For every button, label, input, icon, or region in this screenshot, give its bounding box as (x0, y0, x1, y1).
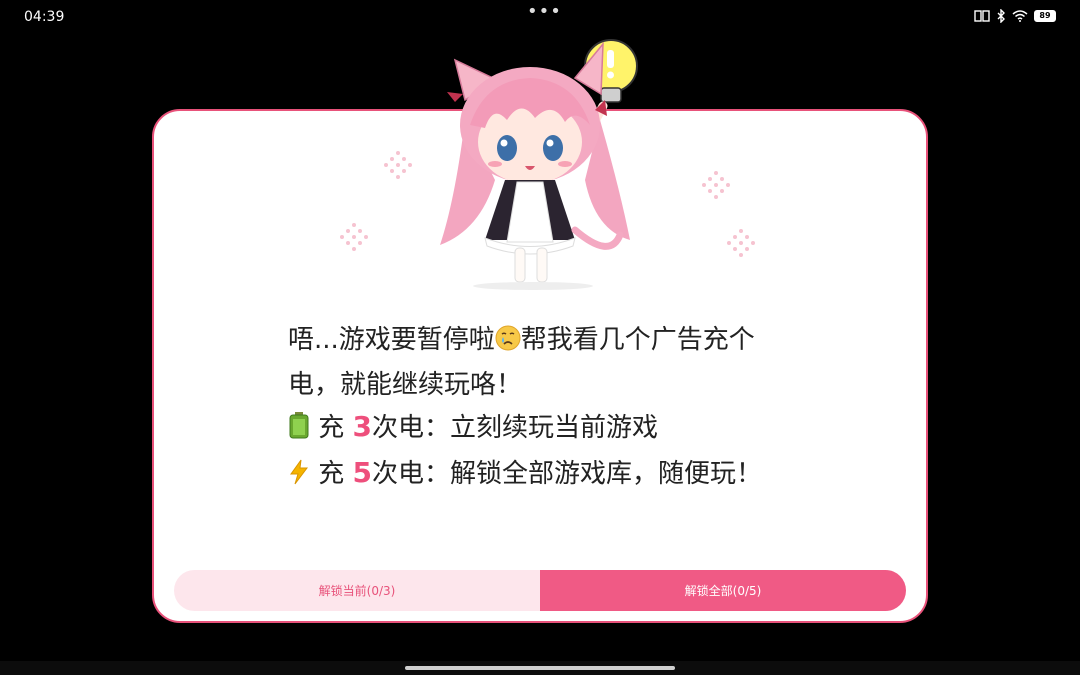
message-line-4-post: 次电：解锁全部游戏库，随便玩！ (372, 459, 763, 489)
line-3-count: 3 (352, 410, 373, 443)
home-indicator[interactable] (405, 666, 675, 670)
message-line-4-pre: 充 (318, 459, 345, 489)
crying-face-icon (495, 322, 521, 364)
clock: 04:39 (24, 9, 65, 25)
message-line-1-text-b: 帮我看几个广告充个 (520, 325, 755, 355)
battery-emoji-icon (288, 410, 310, 452)
status-icons: 89 (974, 9, 1056, 23)
status-bar: 04:39 ••• 89 (0, 0, 1080, 34)
reading-mode-icon (974, 10, 990, 22)
message-line-2: 电，就能继续玩咯！ (288, 370, 523, 400)
wifi-icon (1012, 10, 1028, 22)
dialog-message: 唔...游戏要暂停啦 帮我看几个广告充个 电，就能继续玩咯！ 充 3次电：立刻续玩… (288, 319, 828, 498)
message-line-3-post: 次电：立刻续玩当前游戏 (372, 413, 659, 443)
line-4-count: 5 (352, 456, 373, 489)
message-line-3-pre: 充 (318, 413, 345, 443)
lightning-emoji-icon (288, 456, 310, 498)
message-line-1-text-a: 唔...游戏要暂停啦 (288, 325, 495, 355)
catgirl-mascot-illustration (440, 39, 638, 290)
unlock-all-button[interactable]: 解锁全部(0/5) (540, 570, 906, 611)
screen: 04:39 ••• 89 唔...游戏要暂停啦 帮我看几个广告充个 电，就能继续… (0, 0, 1080, 675)
unlock-current-button[interactable]: 解锁当前(0/3) (174, 570, 540, 611)
message-line-4: 充 5次电：解锁全部游戏库，随便玩！ (288, 452, 828, 498)
battery-icon: 89 (1034, 10, 1056, 22)
bluetooth-icon (997, 9, 1005, 23)
message-line-1: 唔...游戏要暂停啦 帮我看几个广告充个 (288, 319, 828, 364)
message-line-3: 充 3次电：立刻续玩当前游戏 (288, 406, 828, 452)
dialog-button-row: 解锁当前(0/3) 解锁全部(0/5) (174, 570, 906, 611)
more-options-icon[interactable]: ••• (527, 3, 562, 21)
